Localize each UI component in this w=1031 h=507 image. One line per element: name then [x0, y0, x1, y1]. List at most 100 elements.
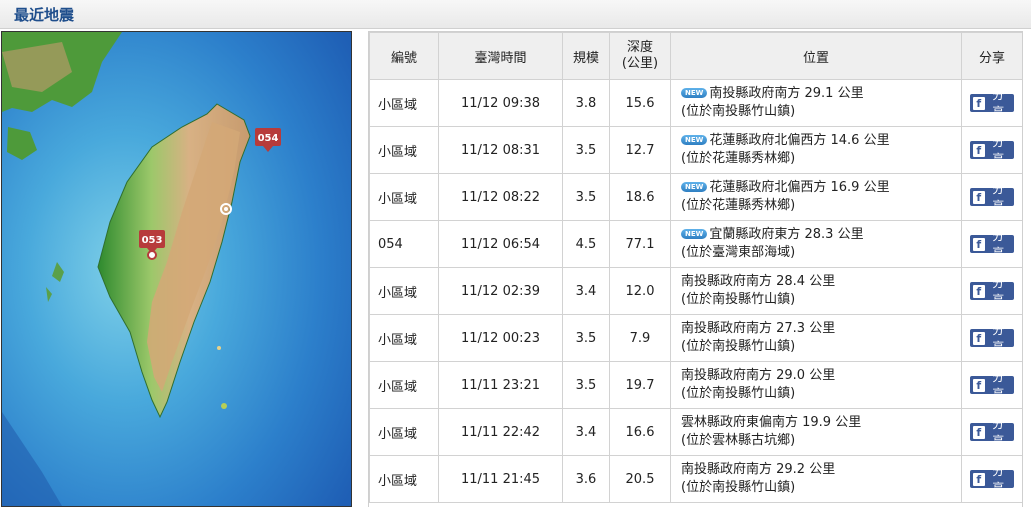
cell-time: 11/12 00:23: [438, 314, 563, 362]
facebook-share-button[interactable]: f 分享: [970, 182, 1014, 213]
location-sub: (位於花蓮縣秀林鄉): [681, 198, 796, 213]
column-header-location: 位置: [670, 32, 962, 80]
location-text: 宜蘭縣政府東方 28.3 公里: [709, 227, 864, 242]
epicenter-icon[interactable]: [147, 250, 157, 260]
cell-id[interactable]: 小區域: [369, 79, 439, 127]
cell-id[interactable]: 小區域: [369, 408, 439, 456]
cell-time: 11/12 08:31: [438, 126, 563, 174]
share-label: 分享: [992, 229, 1005, 260]
table-row[interactable]: 小區域 11/12 08:22 3.5 18.6 NEW 花蓮縣政府北偏西方 16.9 公…: [369, 173, 1022, 221]
cell-location: 南投縣政府南方 27.3 公里 (位於南投縣竹山鎮): [670, 314, 962, 362]
table-row[interactable]: 054 11/12 06:54 4.5 77.1 NEW 宜蘭縣政府東方 28.3 公里 (…: [369, 220, 1022, 268]
column-header-time: 臺灣時間: [438, 32, 563, 80]
earthquake-map[interactable]: 054 053: [1, 31, 352, 507]
cell-time: 11/11 22:42: [438, 408, 563, 456]
cell-depth: 20.5: [609, 455, 671, 503]
cell-magnitude: 3.4: [562, 267, 610, 315]
marker-053-label: 053: [142, 235, 163, 246]
location-sub: (位於南投縣竹山鎮): [681, 339, 796, 354]
table-row[interactable]: 小區域 11/12 09:38 3.8 15.6 NEW 南投縣政府南方 29.1 公里 (…: [369, 79, 1022, 127]
facebook-share-button[interactable]: f 分享: [970, 229, 1014, 260]
cell-share: f 分享: [961, 314, 1022, 362]
facebook-icon: f: [973, 237, 985, 251]
column-header-magnitude: 規模: [562, 32, 610, 80]
cell-share: f 分享: [961, 79, 1022, 127]
location-sub: (位於雲林縣古坑鄉): [681, 433, 796, 448]
table-row[interactable]: 小區域 11/12 02:39 3.4 12.0 南投縣政府南方 28.4 公里 (位於南…: [369, 267, 1022, 315]
table-row[interactable]: 小區域 11/11 21:45 3.6 20.5 南投縣政府南方 29.2 公里 (位於南…: [369, 455, 1022, 503]
cell-id[interactable]: 小區域: [369, 126, 439, 174]
facebook-icon: f: [973, 472, 985, 486]
cell-share: f 分享: [961, 455, 1022, 503]
share-label: 分享: [992, 135, 1005, 166]
cell-location: NEW 南投縣政府南方 29.1 公里 (位於南投縣竹山鎮): [670, 79, 962, 127]
location-sub: (位於南投縣竹山鎮): [681, 292, 796, 307]
facebook-icon: f: [973, 284, 985, 298]
location-text: 雲林縣政府東偏南方 19.9 公里: [681, 415, 862, 430]
facebook-share-button[interactable]: f 分享: [970, 370, 1014, 401]
cell-id[interactable]: 054: [369, 220, 439, 268]
facebook-icon: f: [973, 96, 985, 110]
cell-depth: 15.6: [609, 79, 671, 127]
location-sub: (位於南投縣竹山鎮): [681, 104, 796, 119]
share-label: 分享: [992, 323, 1005, 354]
cell-time: 11/12 08:22: [438, 173, 563, 221]
facebook-share-button[interactable]: f 分享: [970, 464, 1014, 495]
facebook-share-button[interactable]: f 分享: [970, 88, 1014, 119]
cell-share: f 分享: [961, 408, 1022, 456]
facebook-icon: f: [973, 378, 985, 392]
table-header-row: 編號 臺灣時間 規模 深度 (公里) 位置 分享: [369, 32, 1022, 80]
section-header: 最近地震: [0, 0, 1031, 29]
cell-location: NEW 花蓮縣政府北偏西方 14.6 公里 (位於花蓮縣秀林鄉): [670, 126, 962, 174]
cell-location: 雲林縣政府東偏南方 19.9 公里 (位於雲林縣古坑鄉): [670, 408, 962, 456]
earthquake-table: 編號 臺灣時間 規模 深度 (公里) 位置 分享 小區域 11/12 09:38 3…: [368, 31, 1023, 507]
location-sub: (位於南投縣竹山鎮): [681, 480, 796, 495]
facebook-share-button[interactable]: f 分享: [970, 135, 1014, 166]
location-sub: (位於花蓮縣秀林鄉): [681, 151, 796, 166]
location-sub: (位於南投縣竹山鎮): [681, 386, 796, 401]
cell-id[interactable]: 小區域: [369, 361, 439, 409]
location-text: 花蓮縣政府北偏西方 16.9 公里: [709, 180, 890, 195]
cell-location: NEW 宜蘭縣政府東方 28.3 公里 (位於臺灣東部海域): [670, 220, 962, 268]
section-title: 最近地震: [14, 6, 75, 24]
table-row[interactable]: 小區域 11/12 00:23 3.5 7.9 南投縣政府南方 27.3 公里 (位於南投…: [369, 314, 1022, 362]
table-row[interactable]: 小區域 11/12 08:31 3.5 12.7 NEW 花蓮縣政府北偏西方 14.6 公…: [369, 126, 1022, 174]
islet: [217, 346, 221, 350]
cell-location: NEW 花蓮縣政府北偏西方 16.9 公里 (位於花蓮縣秀林鄉): [670, 173, 962, 221]
cell-magnitude: 4.5: [562, 220, 610, 268]
new-badge: NEW: [681, 135, 708, 145]
cell-id[interactable]: 小區域: [369, 314, 439, 362]
location-text: 南投縣政府南方 28.4 公里: [681, 274, 836, 289]
cell-time: 11/11 23:21: [438, 361, 563, 409]
cell-id[interactable]: 小區域: [369, 267, 439, 315]
cell-id[interactable]: 小區域: [369, 173, 439, 221]
share-label: 分享: [992, 417, 1005, 448]
table-row[interactable]: 小區域 11/11 23:21 3.5 19.7 南投縣政府南方 29.0 公里 (位於南…: [369, 361, 1022, 409]
cell-magnitude: 3.5: [562, 314, 610, 362]
facebook-share-button[interactable]: f 分享: [970, 276, 1014, 307]
column-header-share: 分享: [961, 32, 1022, 80]
marker-054-label: 054: [258, 133, 279, 144]
cell-time: 11/12 02:39: [438, 267, 563, 315]
cell-depth: 19.7: [609, 361, 671, 409]
location-text: 南投縣政府南方 27.3 公里: [681, 321, 836, 336]
cell-share: f 分享: [961, 173, 1022, 221]
facebook-share-button[interactable]: f 分享: [970, 323, 1014, 354]
cell-magnitude: 3.5: [562, 361, 610, 409]
cell-depth: 12.0: [609, 267, 671, 315]
new-badge: NEW: [681, 229, 708, 239]
cell-depth: 77.1: [609, 220, 671, 268]
facebook-icon: f: [973, 425, 985, 439]
cell-depth: 12.7: [609, 126, 671, 174]
cell-share: f 分享: [961, 126, 1022, 174]
islet: [221, 403, 227, 409]
cell-share: f 分享: [961, 361, 1022, 409]
table-row[interactable]: 小區域 11/11 22:42 3.4 16.6 雲林縣政府東偏南方 19.9 公里 (位…: [369, 408, 1022, 456]
location-text: 南投縣政府南方 29.1 公里: [709, 86, 864, 101]
cell-share: f 分享: [961, 220, 1022, 268]
cell-id[interactable]: 小區域: [369, 455, 439, 503]
new-badge: NEW: [681, 182, 708, 192]
new-badge: NEW: [681, 88, 708, 98]
facebook-share-button[interactable]: f 分享: [970, 417, 1014, 448]
share-label: 分享: [992, 182, 1005, 213]
